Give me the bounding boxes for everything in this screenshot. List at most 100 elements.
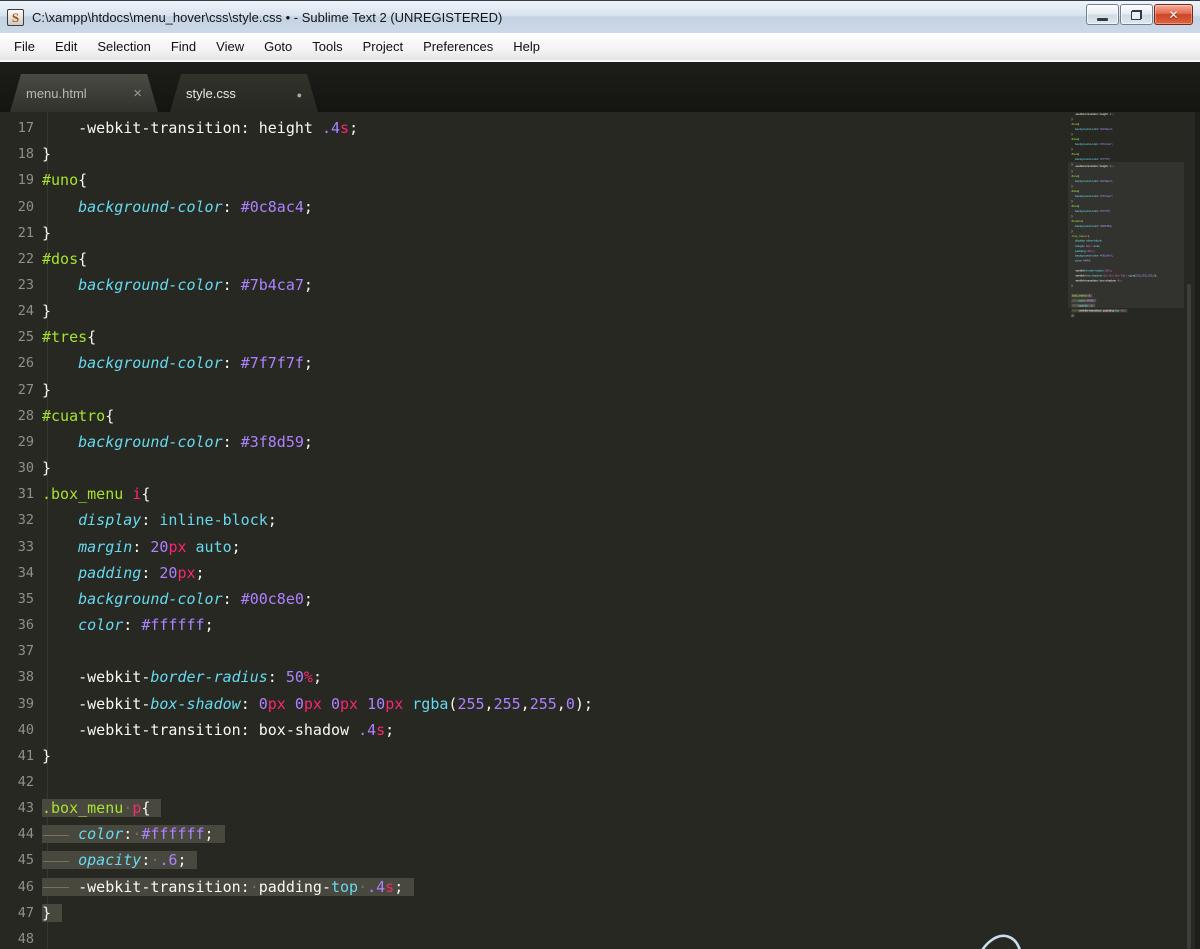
line-text[interactable]: background-color: #7f7f7f; xyxy=(1072,158,1110,161)
line-text[interactable]: -webkit-border-radius: 50%; xyxy=(42,668,322,686)
code-line: 38 -webkit-border-radius: 50%; xyxy=(0,664,593,690)
line-text[interactable]: } xyxy=(42,747,51,765)
code-line: 37 xyxy=(0,638,593,664)
code-line: 34 padding: 20px; xyxy=(0,560,593,586)
line-text[interactable]: background-color: #7b4ca7; xyxy=(42,276,313,294)
menu-item-tools[interactable]: Tools xyxy=(302,39,352,54)
line-number: 35 xyxy=(17,590,34,607)
line-text[interactable]: #tres{ xyxy=(42,328,96,346)
code-line: 32 display: inline-block; xyxy=(0,507,593,533)
line-text[interactable]: display: inline-block; xyxy=(42,511,277,529)
line-text[interactable]: } xyxy=(42,381,51,399)
code-line: 20 background-color: #0c8ac4; xyxy=(0,193,593,219)
line-text[interactable]: #uno{ xyxy=(1072,123,1080,126)
code-line: 25 #tres{ xyxy=(0,324,593,350)
line-text[interactable]: #dos{ xyxy=(42,250,87,268)
code-line: 30} xyxy=(0,455,593,481)
line-text[interactable]: .box_menu i{ xyxy=(42,485,150,503)
line-number: 23 xyxy=(17,277,34,294)
line-number: 41 xyxy=(17,747,34,764)
line-number: 45 xyxy=(17,852,34,869)
line-number: 17 xyxy=(17,120,34,137)
line-number: 43 xyxy=(17,800,34,817)
code-line: 43 .box_menu·p{ xyxy=(0,795,593,821)
code-line: 40 -webkit-transition: box-shadow .4s; xyxy=(0,717,593,743)
scrollbar-thumb[interactable] xyxy=(1187,284,1191,949)
line-text[interactable]: #dos{ xyxy=(1072,138,1080,141)
code-line: 22 #dos{ xyxy=(0,246,593,272)
code-line: 26 background-color: #7f7f7f; xyxy=(0,350,593,376)
menu-item-file[interactable]: File xyxy=(4,39,45,54)
line-text[interactable]: -webkit-transition:·padding-top·.4s; xyxy=(42,877,415,896)
line-text[interactable]: opacity:·.6; xyxy=(42,851,198,870)
line-text[interactable]: margin: 20px auto; xyxy=(42,538,241,556)
line-number: 26 xyxy=(17,355,34,372)
line-number: 40 xyxy=(17,721,34,738)
line-text[interactable]: color: #ffffff; xyxy=(42,616,213,634)
menu-item-edit[interactable]: Edit xyxy=(45,39,87,54)
modified-dot-icon xyxy=(297,86,302,101)
line-text[interactable]: } xyxy=(1072,133,1073,136)
line-text[interactable]: } xyxy=(1071,313,1075,318)
minimize-button[interactable] xyxy=(1086,4,1119,25)
line-text[interactable]: } xyxy=(1072,148,1073,151)
menu-item-find[interactable]: Find xyxy=(161,39,206,54)
line-text[interactable]: background-color: #0c8ac4; xyxy=(1072,128,1113,131)
close-button[interactable] xyxy=(1154,4,1193,25)
line-text[interactable]: -webkit-transition: box-shadow .4s; xyxy=(42,721,394,739)
menu-item-project[interactable]: Project xyxy=(353,39,413,54)
line-text[interactable]: background-color: #0c8ac4; xyxy=(42,198,313,216)
line-text[interactable]: -webkit-transition: height .4s; xyxy=(1072,113,1114,116)
code-area[interactable]: 17 -webkit-transition: height .4s; 18} 19 #… xyxy=(0,115,593,949)
editor[interactable]: 17 -webkit-transition: height .4s; 18} 19 #… xyxy=(0,112,1200,949)
line-number: 19 xyxy=(17,172,34,189)
minimap-viewport[interactable] xyxy=(1068,162,1184,308)
line-text[interactable]: } xyxy=(42,903,63,922)
tab-label: style.css xyxy=(186,85,236,101)
line-text[interactable]: #uno{ xyxy=(42,171,87,189)
line-number: 46 xyxy=(17,878,34,895)
line-text[interactable]: background-color: #00c8e0; xyxy=(42,590,313,608)
lightbulb-icon xyxy=(973,934,1023,949)
line-text[interactable]: background-color: #7f7f7f; xyxy=(42,354,313,372)
line-text[interactable]: background-color: #3f8d59; xyxy=(42,433,313,451)
line-text[interactable]: color:·#ffffff; xyxy=(42,825,225,844)
line-number: 32 xyxy=(17,512,34,529)
tab-style-css[interactable]: style.css xyxy=(170,74,318,112)
line-number: 24 xyxy=(17,303,34,320)
code-line: 23 background-color: #7b4ca7; xyxy=(0,272,593,298)
tab-close-icon[interactable] xyxy=(133,85,142,102)
line-text[interactable]: padding: 20px; xyxy=(42,564,204,582)
tab-whitespace-icon xyxy=(42,827,78,842)
line-text[interactable]: #tres{ xyxy=(1072,153,1080,156)
maximize-button[interactable] xyxy=(1120,4,1153,25)
menu-item-goto[interactable]: Goto xyxy=(254,39,302,54)
line-text[interactable]: -webkit-box-shadow: 0px 0px 0px 10px rgb… xyxy=(42,695,593,713)
line-text[interactable]: } xyxy=(42,302,51,320)
line-text[interactable]: #cuatro{ xyxy=(42,407,114,425)
code-line: 47} xyxy=(0,900,593,926)
line-number: 30 xyxy=(17,460,34,477)
tab-menu-html[interactable]: menu.html xyxy=(10,74,158,112)
code-line: 48 xyxy=(1070,318,1184,323)
line-text[interactable]: } xyxy=(42,145,51,163)
line-text[interactable]: .box_menu·p{ xyxy=(42,799,162,818)
code-line: 41} xyxy=(0,743,593,769)
menu-item-selection[interactable]: Selection xyxy=(87,39,160,54)
tab-bar: menu.html style.css xyxy=(0,62,1200,112)
menu-item-preferences[interactable]: Preferences xyxy=(413,39,503,54)
minimize-icon xyxy=(1097,17,1108,21)
line-text[interactable]: } xyxy=(1072,118,1073,121)
restore-icon xyxy=(1131,9,1142,20)
line-text[interactable]: } xyxy=(42,459,51,477)
line-number: 42 xyxy=(17,773,34,790)
minimap[interactable]: 17 -webkit-transition: height .4s;18}19#… xyxy=(1068,112,1184,949)
line-text[interactable]: background-color: #7b4ca7; xyxy=(1072,143,1113,146)
line-text[interactable]: } xyxy=(42,224,51,242)
line-text[interactable]: -webkit-transition: height .4s; xyxy=(42,119,358,137)
line-text[interactable]: -webkit-transition:·padding-top·.4s; xyxy=(1071,308,1128,313)
code-line: 45 opacity:·.6; xyxy=(0,847,593,873)
menu-item-view[interactable]: View xyxy=(206,39,254,54)
menu-item-help[interactable]: Help xyxy=(503,39,550,54)
line-number: 44 xyxy=(17,826,34,843)
